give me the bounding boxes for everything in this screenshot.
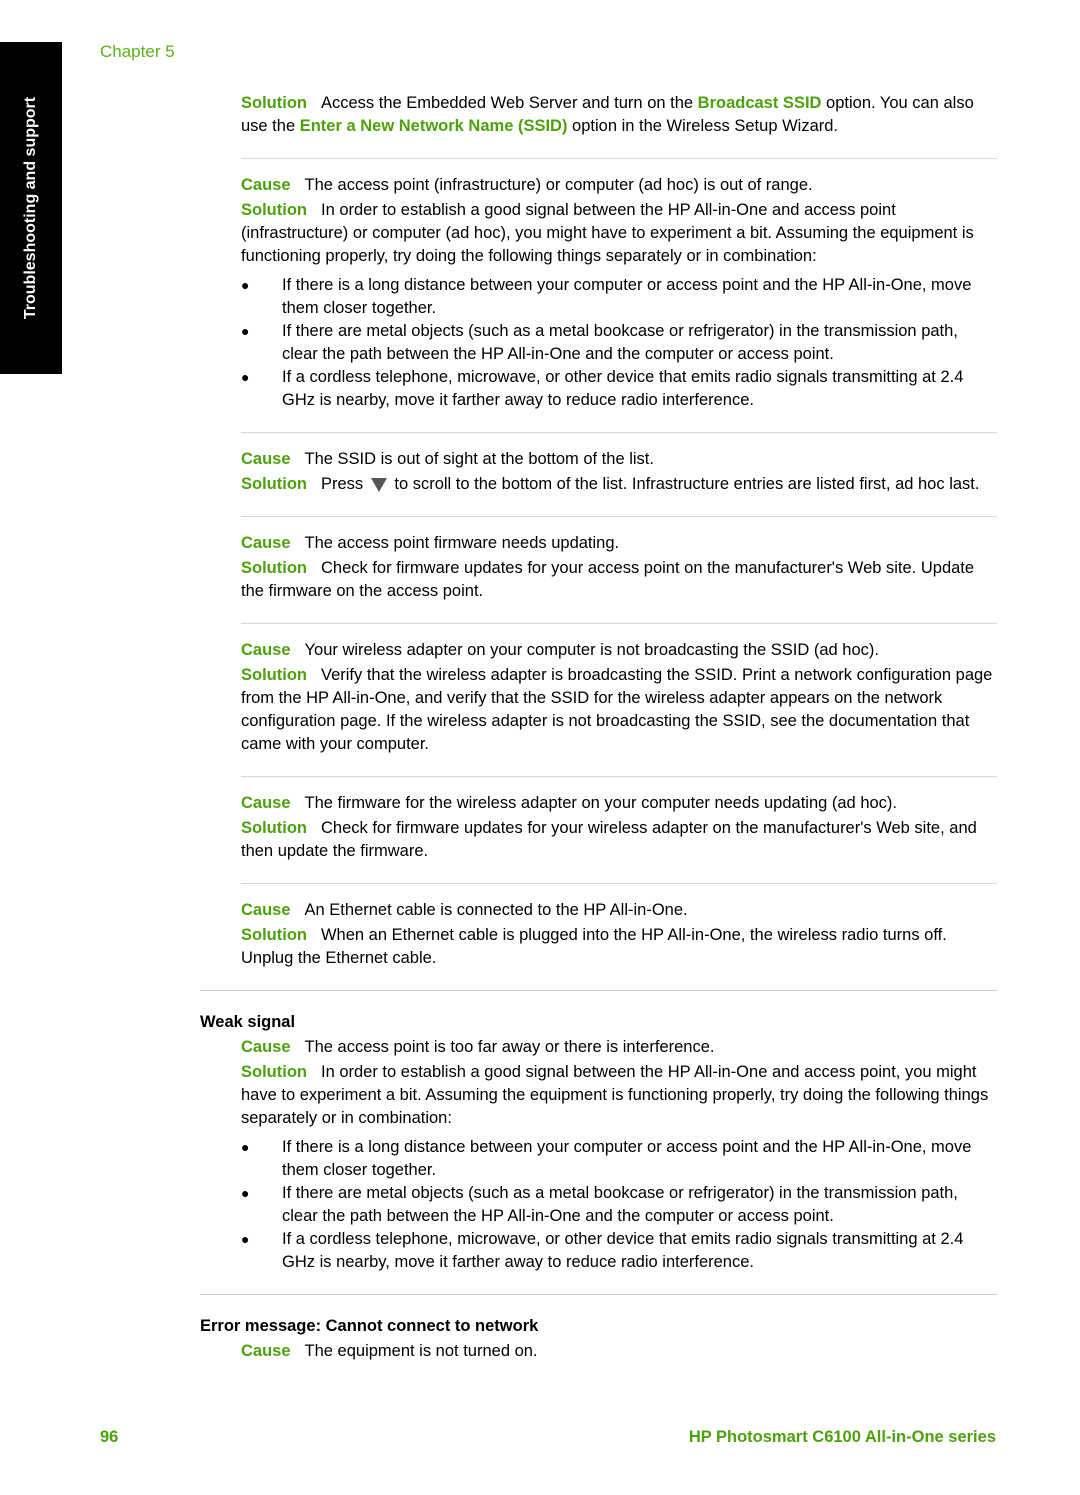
- solution-label: Solution: [241, 94, 307, 112]
- intro-solution: Solution Access the Embedded Web Server a…: [241, 94, 974, 135]
- bullet-list: ● If there is a long distance between you…: [241, 1136, 997, 1274]
- entry-ethernet-connected: Cause An Ethernet cable is connected to t…: [241, 901, 947, 967]
- cause-label: Cause: [241, 450, 291, 468]
- down-arrow-icon: [370, 477, 387, 492]
- solution-label: Solution: [241, 559, 307, 577]
- section-heading-cannot-connect: Error message: Cannot connect to network: [200, 1317, 539, 1335]
- solution-label: Solution: [241, 819, 307, 837]
- section-divider: [200, 990, 997, 991]
- bullet-icon: ●: [241, 1185, 250, 1201]
- bullet-icon: ●: [241, 369, 250, 385]
- solution-label: Solution: [241, 666, 307, 684]
- divider: [241, 432, 997, 433]
- list-item: ● If there are metal objects (such as a m…: [241, 322, 958, 363]
- cause-label: Cause: [241, 1038, 291, 1056]
- entry-equipment-off: Cause The equipment is not turned on.: [241, 1342, 538, 1360]
- side-tab: Troubleshooting and support: [0, 42, 62, 374]
- cause-label: Cause: [241, 901, 291, 919]
- divider: [241, 158, 997, 159]
- divider: [241, 516, 997, 517]
- entry-ssid-out-of-sight: Cause The SSID is out of sight at the bot…: [241, 450, 980, 493]
- list-item: ● If a cordless telephone, microwave, or …: [241, 368, 964, 409]
- divider: [241, 883, 997, 884]
- list-item: ● If there is a long distance between you…: [241, 1138, 972, 1179]
- bullet-icon: ●: [241, 277, 250, 293]
- cause-label: Cause: [241, 1342, 291, 1360]
- page-number: 96: [100, 1428, 119, 1446]
- entry-out-of-range: Cause The access point (infrastructure) o…: [241, 174, 997, 412]
- solution-label: Solution: [241, 201, 307, 219]
- cause-label: Cause: [241, 534, 291, 552]
- side-tab-label: Troubleshooting and support: [22, 96, 39, 320]
- section-divider: [200, 1294, 997, 1295]
- entry-ap-firmware: Cause The access point firmware needs upd…: [241, 534, 975, 600]
- solution-label: Solution: [241, 475, 307, 493]
- entry-adapter-firmware: Cause The firmware for the wireless adapt…: [241, 794, 977, 860]
- page-content: Solution Access the Embedded Web Server a…: [200, 92, 997, 1365]
- bullet-list: ● If there is a long distance between you…: [241, 274, 997, 412]
- list-item: ● If there is a long distance between you…: [241, 276, 972, 317]
- entry-weak-signal: Cause The access point is too far away or…: [241, 1036, 997, 1274]
- solution-label: Solution: [241, 926, 307, 944]
- cause-label: Cause: [241, 176, 291, 194]
- divider: [241, 776, 997, 777]
- bullet-icon: ●: [241, 323, 250, 339]
- chapter-header: Chapter 5: [100, 42, 175, 61]
- footer-product-title: HP Photosmart C6100 All-in-One series: [688, 1428, 996, 1446]
- option-enter-network-name: Enter a New Network Name (SSID): [299, 117, 568, 135]
- cause-label: Cause: [241, 794, 291, 812]
- option-broadcast-ssid: Broadcast SSID: [697, 94, 822, 112]
- cause-label: Cause: [241, 641, 291, 659]
- solution-label: Solution: [241, 1063, 307, 1081]
- divider: [241, 623, 997, 624]
- list-item: ● If there are metal objects (such as a m…: [241, 1184, 958, 1225]
- section-heading-weak-signal: Weak signal: [200, 1013, 296, 1031]
- bullet-icon: ●: [241, 1139, 250, 1155]
- bullet-icon: ●: [241, 1231, 250, 1247]
- entry-adapter-not-broadcasting: Cause Your wireless adapter on your compu…: [241, 641, 993, 753]
- list-item: ● If a cordless telephone, microwave, or …: [241, 1230, 964, 1271]
